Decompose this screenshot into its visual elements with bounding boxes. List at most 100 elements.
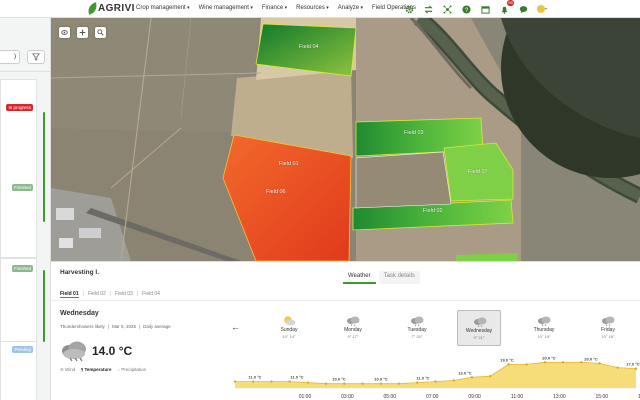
- task-card[interactable]: Finished: [0, 258, 37, 349]
- layers-icon[interactable]: [59, 27, 70, 38]
- leaf-icon: [87, 2, 98, 15]
- day-monday[interactable]: Monday 9° 17°: [331, 310, 375, 346]
- tab-task-details[interactable]: Task details: [378, 271, 420, 284]
- temperature-data-label: 13.0 °C: [458, 370, 471, 375]
- day-wednesday[interactable]: Wednesday 9° 21°: [457, 310, 501, 346]
- legend-precipitation[interactable]: ◌ Precipitation: [117, 367, 146, 373]
- field-label-07: Field 07: [468, 169, 488, 175]
- temperature-point[interactable]: [434, 380, 437, 383]
- temperature-point[interactable]: [452, 379, 455, 382]
- temperature-point[interactable]: [324, 382, 328, 385]
- legend-precipitation-label: Precipitation: [121, 367, 147, 372]
- current-temperature: 14.0 °C: [92, 344, 133, 358]
- temperature-chart: 11.0 °C 11.0 °C 10.0 °C 10.0 °C 11.0 °C 13.0 …: [233, 355, 640, 400]
- network-icon[interactable]: [441, 3, 453, 15]
- panel-title: Harvesting I.: [60, 269, 100, 276]
- tab-field-04[interactable]: Field 04: [142, 291, 160, 298]
- menu-wine-management[interactable]: Wine management: [199, 5, 253, 11]
- sidebar-select[interactable]: ): [0, 50, 20, 64]
- day-friday[interactable]: Friday 10° 18°: [586, 310, 630, 346]
- temperature-point[interactable]: [416, 381, 419, 384]
- weather-condition: Thundershowers likely: [60, 324, 105, 329]
- svg-text:?: ?: [464, 6, 468, 13]
- temperature-point[interactable]: [525, 363, 528, 366]
- tab-separator: |: [136, 291, 139, 297]
- field-label-03: Field 03: [404, 130, 424, 136]
- scrollbar[interactable]: [43, 270, 45, 342]
- temperature-point[interactable]: [252, 380, 255, 383]
- bell-icon[interactable]: 99: [498, 0, 514, 15]
- top-navigation: AGRIVI Crop management Wine management F…: [0, 0, 640, 18]
- chat-icon[interactable]: [517, 3, 529, 15]
- temperature-point[interactable]: [598, 362, 601, 365]
- search-icon[interactable]: [95, 27, 106, 38]
- scrollbar[interactable]: [43, 112, 45, 222]
- temperature-data-label: 11.0 °C: [416, 376, 429, 381]
- tab-field-03[interactable]: Field 03: [115, 291, 133, 298]
- x-tick-label: 13:00: [553, 394, 566, 400]
- temperature-point[interactable]: [470, 376, 474, 379]
- divider: [51, 300, 640, 301]
- calendar-icon[interactable]: [479, 3, 491, 15]
- help-icon[interactable]: ?: [460, 3, 472, 15]
- map-canvas: [51, 18, 640, 261]
- tab-field-02[interactable]: Field 02: [88, 291, 106, 298]
- temperature-data-label: 11.0 °C: [248, 375, 261, 380]
- task-card[interactable]: Pending: [0, 341, 37, 400]
- selected-day-title: Wednesday: [60, 310, 99, 317]
- x-tick-label: 15:00: [596, 394, 609, 400]
- temperature-point[interactable]: [507, 363, 510, 366]
- temperature-point[interactable]: [343, 382, 346, 385]
- temperature-point[interactable]: [233, 380, 237, 383]
- gear-icon[interactable]: [403, 3, 415, 15]
- weather-meta: Thundershowers likely | Mar 5, 2025 | Da…: [60, 324, 171, 329]
- menu-crop-management[interactable]: Crop management: [136, 5, 190, 11]
- day-sunday[interactable]: Sunday 10° 14°: [267, 310, 311, 346]
- legend-temperature[interactable]: ⫯ Temperature: [81, 367, 111, 373]
- temperature-point[interactable]: [580, 361, 583, 364]
- temperature-point[interactable]: [616, 366, 619, 369]
- menu-analyze[interactable]: Analyze: [338, 5, 363, 11]
- user-avatar-icon[interactable]: [536, 3, 548, 15]
- day-range: 10° 19°: [537, 334, 551, 339]
- status-badge: Finished: [11, 184, 33, 191]
- legend-wind-label: Wind: [65, 367, 76, 372]
- temperature-point[interactable]: [488, 375, 492, 378]
- status-badge: In progress: [6, 104, 33, 111]
- thunderstorm-cloud-icon: [60, 340, 88, 364]
- sync-icon[interactable]: [422, 3, 434, 15]
- temperature-point[interactable]: [634, 367, 638, 370]
- chart-legend: ≋ Wind ⫯ Temperature ◌ Precipitation: [60, 367, 146, 373]
- task-card[interactable]: Finished: [0, 170, 37, 258]
- tab-field-01[interactable]: Field 01: [60, 291, 79, 298]
- legend-wind[interactable]: ≋ Wind: [60, 367, 75, 373]
- arrow-left-icon[interactable]: ←: [231, 322, 240, 332]
- tab-weather[interactable]: Weather: [343, 271, 376, 284]
- satellite-map[interactable]: Field 04 Field 01 Field 06 Field 03 Fiel…: [51, 18, 640, 261]
- cloud-icon: [473, 316, 487, 329]
- temperature-point[interactable]: [288, 380, 291, 383]
- temperature-data-label: 20.0 °C: [584, 356, 597, 361]
- temperature-point[interactable]: [306, 381, 310, 384]
- temperature-point[interactable]: [379, 382, 383, 385]
- filter-icon[interactable]: [27, 50, 45, 64]
- field-label-01: Field 01: [279, 161, 299, 167]
- temperature-point[interactable]: [361, 382, 364, 385]
- agrivi-logo[interactable]: AGRIVI: [87, 2, 135, 15]
- day-tuesday[interactable]: Tuesday 7° 20°: [395, 310, 439, 346]
- sun-cloud-icon: [282, 315, 296, 328]
- temperature-point[interactable]: [543, 361, 547, 364]
- tab-separator: |: [82, 291, 84, 297]
- temperature-point[interactable]: [397, 382, 401, 385]
- temperature-point[interactable]: [270, 380, 273, 383]
- day-thursday[interactable]: Thursday 10° 19°: [522, 310, 566, 346]
- zoom-in-icon[interactable]: [77, 27, 88, 38]
- temperature-data-label: 19.0 °C: [500, 357, 513, 362]
- weather-date: Mar 5, 2025: [111, 324, 136, 329]
- meta-separator: |: [138, 324, 141, 329]
- status-badge: Finished: [11, 265, 33, 272]
- panel-tabs: Weather Task details: [343, 271, 423, 284]
- menu-finance[interactable]: Finance: [262, 5, 287, 11]
- menu-resources[interactable]: Resources: [296, 5, 329, 11]
- temperature-point[interactable]: [561, 361, 565, 364]
